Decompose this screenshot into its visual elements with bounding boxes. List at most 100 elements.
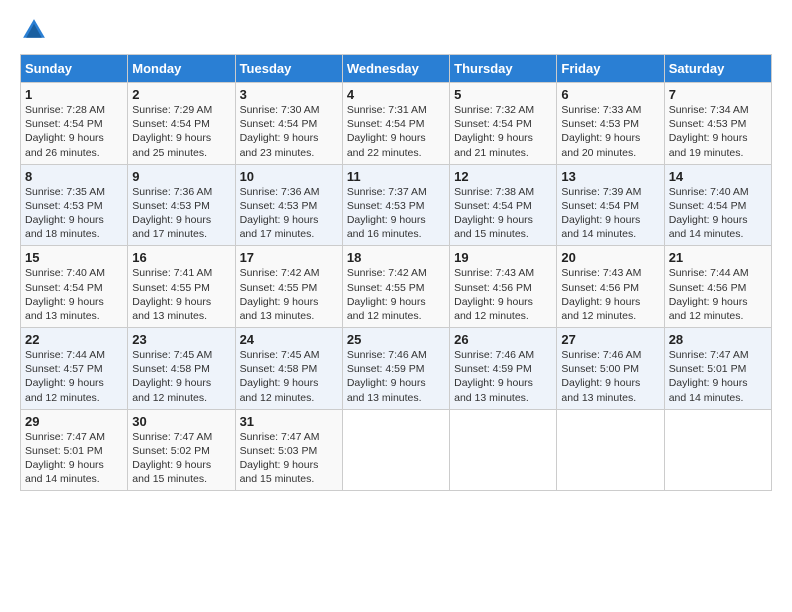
calendar-cell: 18 Sunrise: 7:42 AM Sunset: 4:55 PM Dayl…: [342, 246, 449, 328]
daylight-label: Daylight: 9 hours and 14 minutes.: [561, 214, 640, 240]
day-info: Sunrise: 7:29 AM Sunset: 4:54 PM Dayligh…: [132, 103, 230, 160]
day-info: Sunrise: 7:42 AM Sunset: 4:55 PM Dayligh…: [347, 266, 445, 323]
daylight-label: Daylight: 9 hours and 22 minutes.: [347, 132, 426, 158]
day-number: 18: [347, 250, 445, 265]
sunrise-label: Sunrise: 7:43 AM: [561, 267, 641, 279]
day-number: 12: [454, 169, 552, 184]
day-info: Sunrise: 7:45 AM Sunset: 4:58 PM Dayligh…: [240, 348, 338, 405]
sunset-label: Sunset: 5:03 PM: [240, 445, 318, 457]
daylight-label: Daylight: 9 hours and 23 minutes.: [240, 132, 319, 158]
daylight-label: Daylight: 9 hours and 13 minutes.: [25, 296, 104, 322]
calendar-cell: 26 Sunrise: 7:46 AM Sunset: 4:59 PM Dayl…: [450, 328, 557, 410]
daylight-label: Daylight: 9 hours and 14 minutes.: [669, 377, 748, 403]
daylight-label: Daylight: 9 hours and 12 minutes.: [240, 377, 319, 403]
calendar-cell: 9 Sunrise: 7:36 AM Sunset: 4:53 PM Dayli…: [128, 164, 235, 246]
calendar-cell: 10 Sunrise: 7:36 AM Sunset: 4:53 PM Dayl…: [235, 164, 342, 246]
sunrise-label: Sunrise: 7:28 AM: [25, 104, 105, 116]
daylight-label: Daylight: 9 hours and 15 minutes.: [132, 459, 211, 485]
sunrise-label: Sunrise: 7:33 AM: [561, 104, 641, 116]
daylight-label: Daylight: 9 hours and 13 minutes.: [347, 377, 426, 403]
sunset-label: Sunset: 4:56 PM: [669, 282, 747, 294]
sunrise-label: Sunrise: 7:39 AM: [561, 186, 641, 198]
sunset-label: Sunset: 4:58 PM: [240, 363, 318, 375]
sunset-label: Sunset: 4:59 PM: [347, 363, 425, 375]
sunrise-label: Sunrise: 7:46 AM: [454, 349, 534, 361]
sunrise-label: Sunrise: 7:44 AM: [669, 267, 749, 279]
sunrise-label: Sunrise: 7:45 AM: [132, 349, 212, 361]
sunset-label: Sunset: 4:57 PM: [25, 363, 103, 375]
day-info: Sunrise: 7:47 AM Sunset: 5:01 PM Dayligh…: [669, 348, 767, 405]
calendar-cell: 8 Sunrise: 7:35 AM Sunset: 4:53 PM Dayli…: [21, 164, 128, 246]
sunset-label: Sunset: 4:53 PM: [25, 200, 103, 212]
calendar-cell: 4 Sunrise: 7:31 AM Sunset: 4:54 PM Dayli…: [342, 83, 449, 165]
daylight-label: Daylight: 9 hours and 19 minutes.: [669, 132, 748, 158]
sunrise-label: Sunrise: 7:38 AM: [454, 186, 534, 198]
col-friday: Friday: [557, 55, 664, 83]
sunrise-label: Sunrise: 7:35 AM: [25, 186, 105, 198]
day-info: Sunrise: 7:41 AM Sunset: 4:55 PM Dayligh…: [132, 266, 230, 323]
daylight-label: Daylight: 9 hours and 21 minutes.: [454, 132, 533, 158]
sunrise-label: Sunrise: 7:43 AM: [454, 267, 534, 279]
calendar-cell: 7 Sunrise: 7:34 AM Sunset: 4:53 PM Dayli…: [664, 83, 771, 165]
calendar-cell: 16 Sunrise: 7:41 AM Sunset: 4:55 PM Dayl…: [128, 246, 235, 328]
day-number: 5: [454, 87, 552, 102]
calendar-cell: [342, 409, 449, 491]
calendar-cell: 31 Sunrise: 7:47 AM Sunset: 5:03 PM Dayl…: [235, 409, 342, 491]
calendar-cell: 1 Sunrise: 7:28 AM Sunset: 4:54 PM Dayli…: [21, 83, 128, 165]
day-info: Sunrise: 7:30 AM Sunset: 4:54 PM Dayligh…: [240, 103, 338, 160]
calendar: Sunday Monday Tuesday Wednesday Thursday…: [20, 54, 772, 491]
sunset-label: Sunset: 4:55 PM: [132, 282, 210, 294]
daylight-label: Daylight: 9 hours and 12 minutes.: [561, 296, 640, 322]
sunset-label: Sunset: 4:54 PM: [669, 200, 747, 212]
day-info: Sunrise: 7:46 AM Sunset: 4:59 PM Dayligh…: [454, 348, 552, 405]
sunrise-label: Sunrise: 7:31 AM: [347, 104, 427, 116]
sunset-label: Sunset: 4:54 PM: [240, 118, 318, 130]
day-number: 7: [669, 87, 767, 102]
day-number: 1: [25, 87, 123, 102]
calendar-cell: 11 Sunrise: 7:37 AM Sunset: 4:53 PM Dayl…: [342, 164, 449, 246]
day-info: Sunrise: 7:33 AM Sunset: 4:53 PM Dayligh…: [561, 103, 659, 160]
calendar-cell: 3 Sunrise: 7:30 AM Sunset: 4:54 PM Dayli…: [235, 83, 342, 165]
day-info: Sunrise: 7:45 AM Sunset: 4:58 PM Dayligh…: [132, 348, 230, 405]
sunrise-label: Sunrise: 7:42 AM: [240, 267, 320, 279]
calendar-cell: 30 Sunrise: 7:47 AM Sunset: 5:02 PM Dayl…: [128, 409, 235, 491]
logo-icon: [20, 16, 48, 44]
daylight-label: Daylight: 9 hours and 15 minutes.: [454, 214, 533, 240]
sunrise-label: Sunrise: 7:47 AM: [669, 349, 749, 361]
daylight-label: Daylight: 9 hours and 12 minutes.: [669, 296, 748, 322]
day-info: Sunrise: 7:44 AM Sunset: 4:56 PM Dayligh…: [669, 266, 767, 323]
day-number: 30: [132, 414, 230, 429]
calendar-row: 8 Sunrise: 7:35 AM Sunset: 4:53 PM Dayli…: [21, 164, 772, 246]
sunset-label: Sunset: 5:01 PM: [25, 445, 103, 457]
sunrise-label: Sunrise: 7:47 AM: [132, 431, 212, 443]
sunset-label: Sunset: 5:00 PM: [561, 363, 639, 375]
calendar-cell: 27 Sunrise: 7:46 AM Sunset: 5:00 PM Dayl…: [557, 328, 664, 410]
col-sunday: Sunday: [21, 55, 128, 83]
daylight-label: Daylight: 9 hours and 15 minutes.: [240, 459, 319, 485]
header-row: Sunday Monday Tuesday Wednesday Thursday…: [21, 55, 772, 83]
sunrise-label: Sunrise: 7:46 AM: [347, 349, 427, 361]
sunrise-label: Sunrise: 7:30 AM: [240, 104, 320, 116]
day-number: 28: [669, 332, 767, 347]
calendar-cell: 20 Sunrise: 7:43 AM Sunset: 4:56 PM Dayl…: [557, 246, 664, 328]
calendar-cell: [450, 409, 557, 491]
day-number: 9: [132, 169, 230, 184]
calendar-cell: 23 Sunrise: 7:45 AM Sunset: 4:58 PM Dayl…: [128, 328, 235, 410]
calendar-cell: 15 Sunrise: 7:40 AM Sunset: 4:54 PM Dayl…: [21, 246, 128, 328]
day-info: Sunrise: 7:47 AM Sunset: 5:03 PM Dayligh…: [240, 430, 338, 487]
day-number: 8: [25, 169, 123, 184]
calendar-cell: 19 Sunrise: 7:43 AM Sunset: 4:56 PM Dayl…: [450, 246, 557, 328]
day-number: 21: [669, 250, 767, 265]
daylight-label: Daylight: 9 hours and 20 minutes.: [561, 132, 640, 158]
sunrise-label: Sunrise: 7:45 AM: [240, 349, 320, 361]
calendar-row: 15 Sunrise: 7:40 AM Sunset: 4:54 PM Dayl…: [21, 246, 772, 328]
sunset-label: Sunset: 4:53 PM: [240, 200, 318, 212]
day-number: 27: [561, 332, 659, 347]
sunrise-label: Sunrise: 7:36 AM: [132, 186, 212, 198]
sunset-label: Sunset: 4:56 PM: [454, 282, 532, 294]
day-number: 31: [240, 414, 338, 429]
sunset-label: Sunset: 4:54 PM: [347, 118, 425, 130]
calendar-cell: 13 Sunrise: 7:39 AM Sunset: 4:54 PM Dayl…: [557, 164, 664, 246]
sunset-label: Sunset: 4:53 PM: [669, 118, 747, 130]
daylight-label: Daylight: 9 hours and 25 minutes.: [132, 132, 211, 158]
